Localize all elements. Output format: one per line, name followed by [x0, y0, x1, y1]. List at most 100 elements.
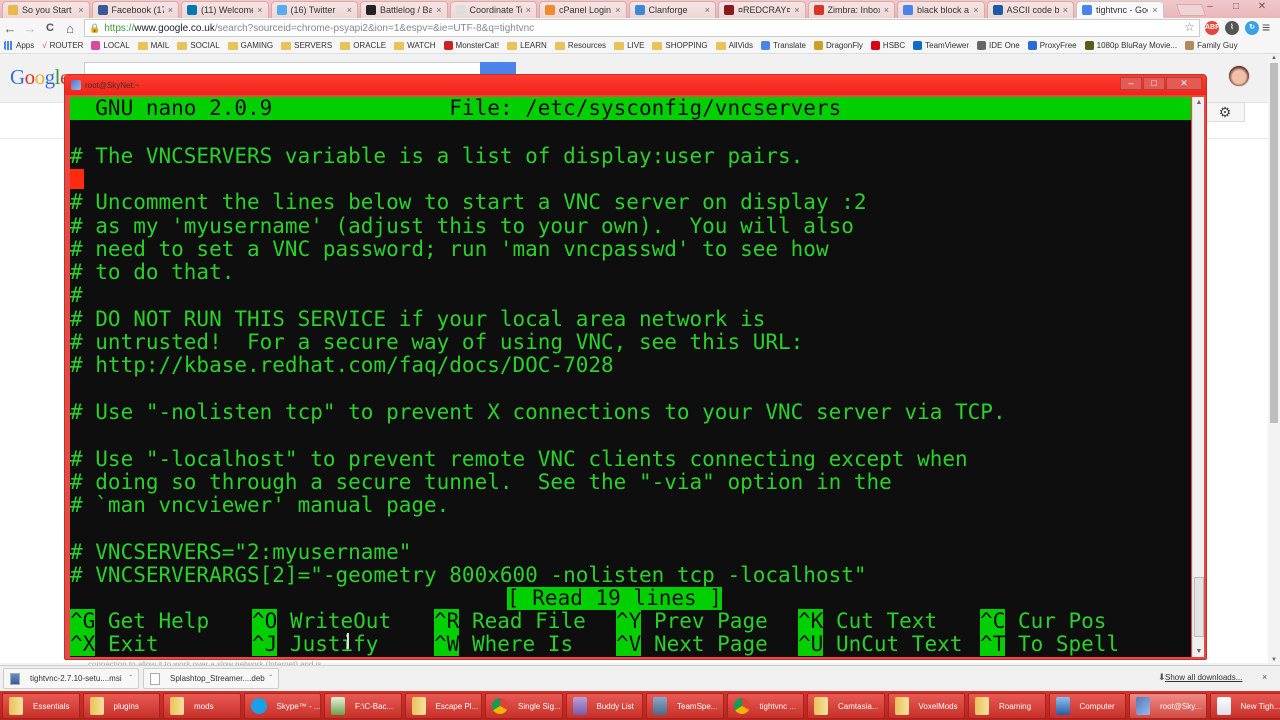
putty-scroll-up[interactable]: ▲ [1193, 99, 1205, 106]
browser-tab[interactable]: Battlelog / Batt × [360, 1, 448, 18]
browser-tab[interactable]: cPanel Login × [539, 1, 627, 18]
page-scrollbar-thumb[interactable] [1270, 63, 1278, 423]
taskbar-item[interactable]: New Tigh... [1209, 693, 1280, 719]
address-bar[interactable]: 🔒 https://www.google.co.uk/search?source… [84, 19, 1200, 37]
shortcut-justify[interactable]: ^J Justify [252, 632, 378, 656]
sync-icon[interactable]: ↻ [1245, 21, 1259, 35]
tab-close-icon[interactable]: × [615, 5, 620, 15]
scroll-down-arrow[interactable]: ▼ [1268, 657, 1280, 663]
bookmark-monstercat[interactable]: MonsterCat! [443, 41, 499, 50]
tab-close-icon[interactable]: × [526, 5, 531, 15]
bookmark-1080p-bluray-movie[interactable]: 1080p BluRay Movie... [1084, 41, 1177, 50]
browser-tab[interactable]: Facebook (17) × [91, 1, 179, 18]
tab-close-icon[interactable]: × [794, 5, 799, 15]
forward-button[interactable]: → [20, 21, 40, 36]
browser-tab[interactable]: black block as × [897, 1, 985, 18]
maximize-button[interactable]: □ [1224, 0, 1248, 15]
bookmark-ide-one[interactable]: IDE One [977, 41, 1020, 50]
shortcut-cur-pos[interactable]: ^C Cur Pos [980, 609, 1106, 633]
shortcut-get-help[interactable]: ^G Get Help [70, 609, 209, 633]
shortcut-next-page[interactable]: ^V Next Page [616, 632, 768, 656]
shortcut-read-file[interactable]: ^R Read File [434, 609, 586, 633]
tab-close-icon[interactable]: × [78, 5, 83, 15]
taskbar-item[interactable]: Escape Pl... [404, 693, 482, 719]
taskbar-item[interactable]: mods [163, 693, 241, 719]
bookmark-social[interactable]: SOCIAL [177, 41, 220, 50]
bookmark-dragonfly[interactable]: DragonFly [814, 41, 863, 50]
pulse-icon[interactable]: ⌇ [1225, 21, 1239, 35]
tab-close-icon[interactable]: × [436, 5, 441, 15]
bookmark-translate[interactable]: Translate [760, 41, 806, 50]
page-scrollbar[interactable]: ▲ ▼ [1268, 55, 1280, 663]
taskbar-item[interactable]: Camtasia... [807, 693, 885, 719]
download-item[interactable]: Splashtop_Streamer....deb ˇ [143, 668, 279, 689]
bookmark-local[interactable]: LOCAL [91, 41, 130, 50]
putty-scrollbar[interactable]: ▲ ▼ [1192, 97, 1204, 657]
minimize-button[interactable]: – [1198, 0, 1222, 15]
shortcut-where-is[interactable]: ^W Where Is [434, 632, 573, 656]
bookmark-learn[interactable]: LEARN [507, 41, 547, 50]
google-logo[interactable]: Google [10, 65, 69, 90]
shortcut-exit[interactable]: ^X Exit [70, 632, 159, 656]
show-all-downloads-link[interactable]: Show all downloads... [1165, 673, 1242, 682]
taskbar-item[interactable]: F:\C-Bac... [324, 693, 402, 719]
bookmark-router[interactable]: √ ROUTER [42, 41, 83, 50]
tab-close-icon[interactable]: × [168, 5, 173, 15]
browser-tab[interactable]: Zimbra: Inbox × [807, 1, 895, 18]
reload-button[interactable]: C [40, 22, 60, 34]
browser-tab[interactable]: (16) Twitter × [270, 1, 358, 18]
bookmark-live[interactable]: LIVE [614, 41, 644, 50]
shortcut-writeout[interactable]: ^O WriteOut [252, 609, 391, 633]
tab-close-icon[interactable]: × [1152, 5, 1157, 15]
putty-titlebar[interactable]: root@SkyNet:~ – □ ✕ [65, 75, 1206, 95]
browser-tab[interactable]: (11) Welcome! × [181, 1, 269, 18]
tab-close-icon[interactable]: × [884, 5, 889, 15]
download-options-caret-icon[interactable]: ˇ [129, 674, 132, 683]
putty-scroll-down[interactable]: ▼ [1193, 648, 1205, 655]
bookmark-apps[interactable]: Apps [4, 41, 34, 50]
user-avatar[interactable] [1228, 65, 1250, 87]
taskbar-item[interactable]: VoxelMods [887, 693, 965, 719]
chrome-menu-icon[interactable]: ≡ [1262, 19, 1270, 35]
taskbar-item[interactable]: root@Sky... [1129, 693, 1207, 719]
browser-tab[interactable]: ¤REDCRAY¤ × [718, 1, 806, 18]
bookmark-shopping[interactable]: SHOPPING [652, 41, 708, 50]
browser-tab[interactable]: ASCII code bla × [986, 1, 1074, 18]
bookmark-watch[interactable]: WATCH [394, 41, 436, 50]
taskbar-item[interactable]: Skype™ - ... [243, 693, 321, 719]
scroll-up-arrow[interactable]: ▲ [1268, 55, 1280, 61]
taskbar-item[interactable]: TeamSpe... [646, 693, 724, 719]
putty-close-button[interactable]: ✕ [1166, 77, 1202, 90]
putty-scrollbar-thumb[interactable] [1194, 577, 1204, 637]
shortcut-uncut-text[interactable]: ^U UnCut Text [798, 632, 962, 656]
taskbar-item[interactable]: Computer [1048, 693, 1126, 719]
taskbar-item[interactable]: Single Sig... [485, 693, 563, 719]
taskbar-item[interactable]: Essentials [2, 693, 80, 719]
browser-tab[interactable]: So you Start × [2, 1, 90, 18]
download-options-caret-icon[interactable]: ˇ [269, 674, 272, 683]
shortcut-cut-text[interactable]: ^K Cut Text [798, 609, 937, 633]
browser-tab[interactable]: tightvnc - Goo × [1076, 1, 1164, 18]
bookmark-hsbc[interactable]: HSBC [870, 41, 905, 50]
bookmark-proxyfree[interactable]: ProxyFree [1027, 41, 1077, 50]
tab-close-icon[interactable]: × [973, 5, 978, 15]
taskbar-item[interactable]: tightvnc ... [726, 693, 804, 719]
tab-close-icon[interactable]: × [257, 5, 262, 15]
back-button[interactable]: ← [0, 21, 20, 36]
bookmark-servers[interactable]: SERVERS [281, 41, 332, 50]
bookmark-allvids[interactable]: AllVids [715, 41, 753, 50]
bookmark-family-guy[interactable]: Family Guy [1185, 41, 1238, 50]
bookmark-star-icon[interactable]: ☆ [1184, 20, 1195, 34]
bookmark-teamviewer[interactable]: TeamViewer [913, 41, 969, 50]
close-window-button[interactable]: ✕ [1250, 0, 1274, 15]
taskbar-item[interactable]: Roaming [968, 693, 1046, 719]
taskbar-item[interactable]: Buddy List [565, 693, 643, 719]
download-item[interactable]: tightvnc-2.7.10-setu....msi ˇ [3, 668, 139, 689]
settings-gear-icon[interactable]: ⚙ [1205, 102, 1245, 122]
putty-minimize-button[interactable]: – [1120, 77, 1142, 90]
terminal[interactable]: GNU nano 2.0.9 File: /etc/sysconfig/vncs… [70, 97, 1191, 657]
bookmark-gaming[interactable]: GAMING [227, 41, 273, 50]
browser-tab[interactable]: Coordinate To × [449, 1, 537, 18]
bookmark-oracle[interactable]: ORACLE [340, 41, 386, 50]
close-downloads-shelf-button[interactable]: × [1262, 672, 1267, 682]
